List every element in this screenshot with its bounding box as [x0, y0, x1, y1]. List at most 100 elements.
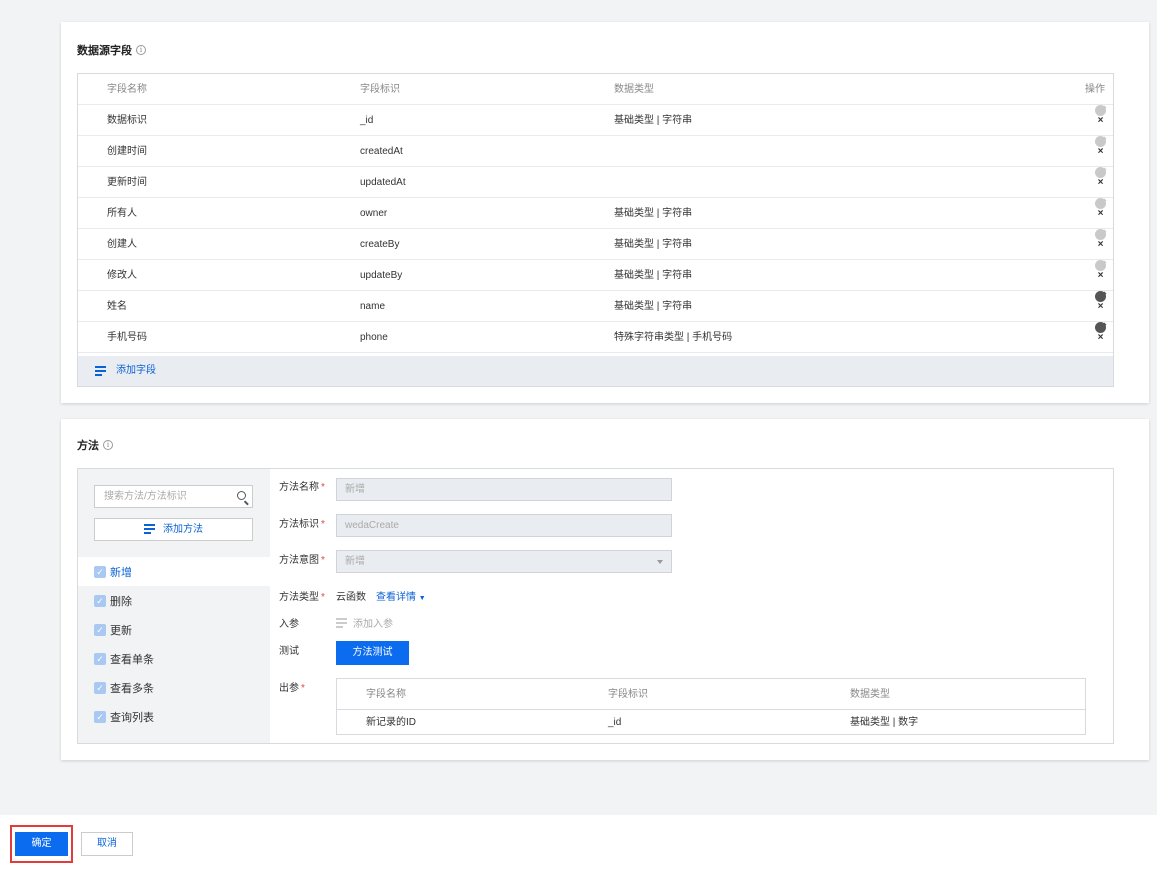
- methods-panel-header: 方法 i: [77, 437, 113, 453]
- output-header-type: 数据类型: [850, 689, 890, 700]
- chevron-down-icon: ▼: [418, 595, 426, 602]
- methods-editor: 搜索方法/方法标识 添加方法 ✓ 新增 ✓ 删除 ✓ 更新 ✓ 查看单条 ✓ 查看多条 ✓ 查询列表 …: [77, 468, 1114, 744]
- method-id-label: 方法标识 *: [279, 519, 325, 530]
- method-item-label: 查看单条: [110, 653, 154, 666]
- add-list-icon: [336, 618, 347, 630]
- checkbox-icon[interactable]: ✓: [94, 681, 106, 694]
- method-list-item[interactable]: ✓ 删除: [78, 586, 270, 615]
- field-type-cell: 特殊字符串类型 | 手机号码: [614, 332, 733, 343]
- fields-panel-header: 数据源字段 i: [77, 42, 146, 58]
- field-type-cell: 基础类型 | 字符串: [614, 115, 693, 126]
- table-row: 所有人 owner 基础类型 | 字符串 ×: [78, 198, 1113, 229]
- header-field-id: 字段标识: [360, 84, 400, 95]
- output-table-header: 字段名称 字段标识 数据类型: [337, 679, 1085, 710]
- checkbox-icon[interactable]: ✓: [94, 652, 106, 665]
- table-row: 创建时间 createdAt ×: [78, 136, 1113, 167]
- method-item-label: 新增: [110, 566, 132, 579]
- info-icon[interactable]: i: [136, 45, 146, 55]
- add-list-icon: [95, 366, 106, 378]
- method-list-item[interactable]: ✓ 新增: [78, 557, 270, 586]
- checkbox-icon[interactable]: ✓: [94, 565, 106, 578]
- info-icon[interactable]: i: [103, 440, 113, 450]
- field-type-cell: 基础类型 | 字符串: [614, 208, 693, 219]
- field-name-cell: 修改人: [107, 270, 137, 281]
- methods-sidebar: 搜索方法/方法标识 添加方法 ✓ 新增 ✓ 删除 ✓ 更新 ✓ 查看单条 ✓ 查看多条 ✓ 查询列表: [78, 469, 270, 743]
- method-intent-label: 方法意图 *: [279, 555, 325, 566]
- field-name-cell: 手机号码: [107, 332, 147, 343]
- field-type-cell: 基础类型 | 字符串: [614, 239, 693, 250]
- delete-icon: ×: [1095, 229, 1106, 250]
- add-method-label: 添加方法: [163, 524, 203, 535]
- view-detail-link[interactable]: 查看详情 ▼: [376, 588, 426, 603]
- field-name-cell: 姓名: [107, 301, 127, 312]
- methods-section-title: 方法: [77, 440, 99, 452]
- method-name-input[interactable]: 新增: [336, 478, 672, 501]
- checkbox-icon[interactable]: ✓: [94, 623, 106, 636]
- field-name-cell: 创建人: [107, 239, 137, 250]
- field-id-cell: updateBy: [360, 270, 403, 281]
- table-row: 修改人 updateBy 基础类型 | 字符串 ×: [78, 260, 1113, 291]
- method-search-input[interactable]: 搜索方法/方法标识: [94, 485, 253, 508]
- test-label: 测试: [279, 646, 299, 657]
- checkbox-icon[interactable]: ✓: [94, 594, 106, 607]
- field-id-cell: phone: [360, 332, 388, 343]
- field-name-cell: 所有人: [107, 208, 137, 219]
- chevron-down-icon: [657, 560, 663, 564]
- table-row: 新记录的ID _id 基础类型 | 数字: [337, 707, 1085, 738]
- field-id-cell: createBy: [360, 239, 400, 250]
- field-type-cell: 基础类型 | 字符串: [614, 270, 693, 281]
- footer-bar: [0, 815, 1157, 878]
- add-method-button[interactable]: 添加方法: [94, 518, 253, 541]
- confirm-button[interactable]: 确定: [15, 832, 68, 856]
- output-table: 字段名称 字段标识 数据类型 新记录的ID _id 基础类型 | 数字: [336, 678, 1086, 735]
- header-data-type: 数据类型: [614, 84, 654, 95]
- add-list-icon: [144, 524, 155, 536]
- method-item-label: 更新: [110, 624, 132, 637]
- output-cell-name: 新记录的ID: [366, 717, 416, 728]
- method-type-label: 方法类型 *: [279, 592, 325, 603]
- output-cell-type: 基础类型 | 数字: [850, 717, 919, 728]
- add-param-button[interactable]: 添加入参: [336, 615, 393, 630]
- delete-icon: ×: [1095, 105, 1106, 126]
- fields-table-header: 字段名称 字段标识 数据类型 操作: [78, 74, 1113, 105]
- method-name-label: 方法名称 *: [279, 482, 325, 493]
- method-item-label: 查看多条: [110, 682, 154, 695]
- method-id-input[interactable]: wedaCreate: [336, 514, 672, 537]
- table-row: 姓名 name 基础类型 | 字符串 ×: [78, 291, 1113, 322]
- method-list-item[interactable]: ✓ 查询列表: [78, 702, 270, 731]
- search-icon[interactable]: [237, 491, 246, 500]
- fields-section-title: 数据源字段: [77, 45, 132, 57]
- output-header-name: 字段名称: [366, 689, 406, 700]
- method-list-item[interactable]: ✓ 查看多条: [78, 673, 270, 702]
- add-field-label: 添加字段: [116, 365, 156, 376]
- output-header-id: 字段标识: [608, 689, 648, 700]
- table-row: 创建人 createBy 基础类型 | 字符串 ×: [78, 229, 1113, 260]
- output-cell-id: _id: [608, 717, 622, 728]
- delete-icon[interactable]: ×: [1095, 322, 1106, 343]
- delete-icon[interactable]: ×: [1095, 291, 1106, 312]
- delete-icon: ×: [1095, 136, 1106, 157]
- cancel-button[interactable]: 取消: [81, 832, 133, 856]
- table-row: 数据标识 _id 基础类型 | 字符串 ×: [78, 105, 1113, 136]
- params-label: 入参: [279, 619, 299, 630]
- delete-icon: ×: [1095, 167, 1106, 188]
- field-id-cell: createdAt: [360, 146, 403, 157]
- delete-icon: ×: [1095, 260, 1106, 281]
- field-id-cell: owner: [360, 208, 388, 219]
- search-placeholder: 搜索方法/方法标识: [104, 491, 187, 502]
- fields-table: 字段名称 字段标识 数据类型 操作 数据标识 _id 基础类型 | 字符串 × 创建时间…: [77, 73, 1114, 387]
- field-id-cell: updatedAt: [360, 177, 406, 188]
- field-name-cell: 创建时间: [107, 146, 147, 157]
- add-field-button[interactable]: 添加字段: [78, 356, 1113, 386]
- method-list-item[interactable]: ✓ 更新: [78, 615, 270, 644]
- table-row: 更新时间 updatedAt ×: [78, 167, 1113, 198]
- method-test-button[interactable]: 方法测试: [336, 641, 409, 665]
- checkbox-icon[interactable]: ✓: [94, 710, 106, 723]
- method-list-item[interactable]: ✓ 查看单条: [78, 644, 270, 673]
- header-operations: 操作: [1085, 84, 1105, 95]
- method-intent-select[interactable]: 新增: [336, 550, 672, 573]
- field-name-cell: 数据标识: [107, 115, 147, 126]
- table-row: 手机号码 phone 特殊字符串类型 | 手机号码 ×: [78, 322, 1113, 353]
- method-type-value: 云函数: [336, 592, 366, 603]
- method-item-label: 删除: [110, 595, 132, 608]
